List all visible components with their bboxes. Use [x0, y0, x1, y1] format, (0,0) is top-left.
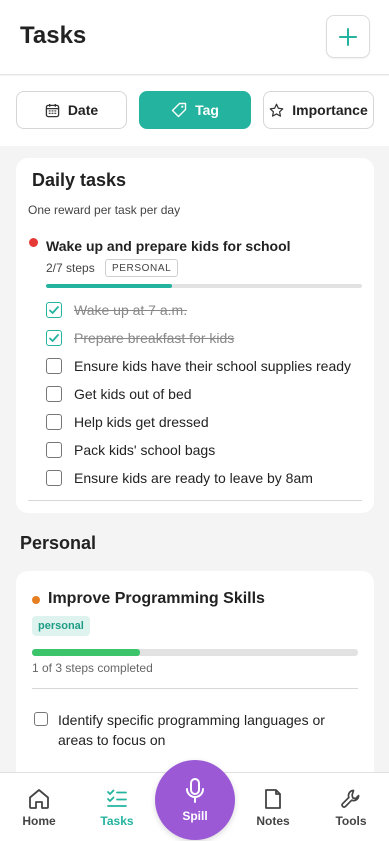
task-priority-dot	[29, 238, 38, 247]
page-title: Tasks	[20, 22, 87, 49]
microphone-icon	[186, 778, 204, 803]
task-tag-badge: PERSONAL	[105, 259, 179, 277]
subtask-item[interactable]: Ensure kids are ready to leave by 8am	[46, 468, 313, 488]
spill-button[interactable]: Spill	[155, 760, 235, 840]
nav-home[interactable]: Home	[9, 787, 69, 828]
daily-tasks-card: Daily tasks One reward per task per day …	[16, 158, 374, 513]
section-title-personal: Personal	[20, 533, 97, 553]
notes-icon	[265, 789, 281, 809]
daily-tasks-title: Daily tasks	[32, 170, 127, 190]
subtask-item[interactable]: Wake up at 7 a.m.	[46, 300, 187, 320]
task-progress-bar	[46, 284, 362, 288]
task-title[interactable]: Wake up and prepare kids for school	[46, 238, 291, 254]
home-icon	[29, 789, 49, 809]
check-icon	[49, 306, 59, 314]
nav-tasks[interactable]: Tasks	[87, 787, 147, 828]
task-progress-text: 1 of 3 steps completed	[32, 661, 153, 675]
checkbox-checked[interactable]	[46, 302, 62, 318]
filter-bar: Date Tag Importance	[0, 76, 389, 146]
checkbox[interactable]	[46, 358, 62, 374]
filter-date-label: Date	[67, 102, 99, 118]
subtask-label: Ensure kids are ready to leave by 8am	[74, 470, 313, 486]
checkbox[interactable]	[46, 386, 62, 402]
task-progress-bar	[32, 649, 358, 656]
subtask-item[interactable]: Get kids out of bed	[46, 384, 192, 404]
checkbox-checked[interactable]	[46, 330, 62, 346]
filter-date-button[interactable]: Date	[16, 91, 127, 129]
task-tag-badge: personal	[32, 616, 90, 636]
task-steps-count: 2/7 steps	[46, 261, 95, 275]
subtask-item[interactable]: Ensure kids have their school supplies r…	[46, 356, 351, 376]
task-priority-dot	[32, 596, 40, 604]
nav-notes-label: Notes	[256, 814, 290, 828]
nav-home-label: Home	[22, 814, 56, 828]
daily-tasks-subtitle: One reward per task per day	[28, 203, 181, 217]
subtask-item[interactable]: Identify specific programming languages …	[34, 710, 354, 750]
subtask-item[interactable]: Help kids get dressed	[46, 412, 209, 432]
task-title[interactable]: Improve Programming Skills	[48, 590, 265, 608]
nav-notes[interactable]: Notes	[243, 787, 303, 828]
nav-tools-label: Tools	[335, 814, 367, 828]
plus-icon	[339, 27, 357, 46]
checkbox[interactable]	[46, 414, 62, 430]
wrench-icon	[341, 789, 360, 808]
add-task-button[interactable]	[326, 15, 370, 58]
subtask-label: Pack kids' school bags	[74, 442, 216, 458]
checkbox[interactable]	[46, 470, 62, 486]
filter-importance-label: Importance	[292, 102, 368, 118]
calendar-icon	[45, 103, 60, 117]
filter-tag-label: Tag	[195, 102, 219, 118]
task-progress-fill	[46, 284, 173, 288]
star-icon	[269, 103, 284, 117]
nav-tools[interactable]: Tools	[321, 787, 381, 828]
subtask-label: Ensure kids have their school supplies r…	[74, 358, 352, 374]
spill-label: Spill	[182, 809, 208, 823]
filter-tag-button[interactable]: Tag	[139, 91, 251, 129]
subtask-label: Prepare breakfast for kids	[74, 330, 235, 346]
filter-importance-button[interactable]: Importance	[263, 91, 374, 129]
check-icon	[49, 334, 59, 342]
nav-tasks-label: Tasks	[100, 814, 134, 828]
subtask-item[interactable]: Prepare breakfast for kids	[46, 328, 234, 348]
subtask-label: Help kids get dressed	[74, 414, 209, 430]
divider	[32, 688, 358, 689]
subtask-label: Identify specific programming languages …	[58, 712, 325, 748]
task-progress-fill	[32, 649, 140, 656]
checkbox[interactable]	[34, 712, 48, 726]
checkbox[interactable]	[46, 442, 62, 458]
tasks-icon	[107, 789, 127, 807]
divider	[28, 500, 362, 501]
subtask-label: Wake up at 7 a.m.	[74, 302, 188, 318]
subtask-item[interactable]: Pack kids' school bags	[46, 440, 215, 460]
header: Tasks	[0, 0, 389, 75]
tag-icon	[171, 102, 187, 118]
subtask-label: Get kids out of bed	[74, 386, 192, 402]
